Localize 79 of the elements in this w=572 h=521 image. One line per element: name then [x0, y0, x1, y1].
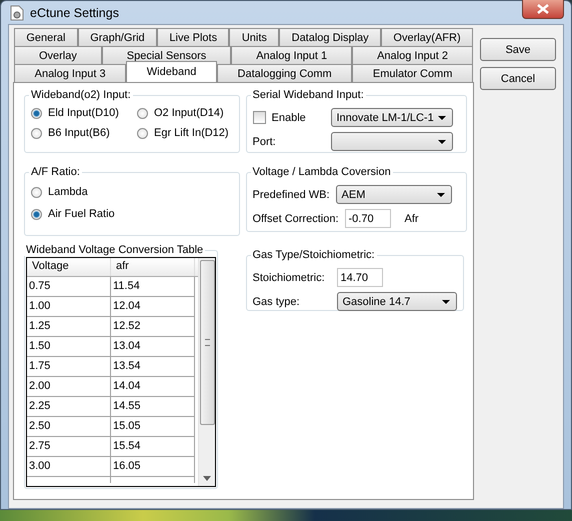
stoichiometric-label: Stoichiometric:	[252, 272, 326, 284]
radio-option[interactable]: B6 Input(B6)	[31, 127, 137, 139]
table-cell: 2.25	[27, 397, 111, 417]
settings-tab[interactable]: Units	[229, 28, 280, 46]
radio-button[interactable]	[31, 108, 42, 118]
close-icon	[537, 4, 549, 14]
table-cell: 1.25	[27, 317, 111, 337]
settings-tab[interactable]: Analog Input 1	[231, 46, 352, 64]
radio-option[interactable]: Eld Input(D10)	[31, 107, 137, 119]
settings-tab[interactable]: Datalog Display	[279, 28, 382, 46]
radio-button[interactable]	[31, 186, 42, 198]
group-title: Voltage / Lambda Coversion	[252, 166, 392, 178]
table-cell: 1.50	[27, 337, 111, 357]
table-cell: 0.75	[27, 277, 111, 297]
scroll-thumb[interactable]	[200, 260, 214, 424]
column-header[interactable]: Voltage	[27, 258, 111, 276]
radio-button[interactable]	[137, 108, 148, 118]
table-cell: 2.50	[27, 417, 111, 437]
table-cell: 16.05	[111, 457, 195, 477]
unit-label: Afr	[404, 212, 419, 224]
radio-option[interactable]: Egr Lift In(D12)	[137, 127, 232, 139]
offset-input[interactable]: -0.70	[344, 209, 390, 228]
gas-type-dropdown[interactable]: Gasoline 14.7	[336, 292, 456, 311]
group-title: Serial Wideband Input:	[252, 89, 365, 101]
table-cell: 12.04	[111, 297, 195, 317]
table-cell: 14.55	[111, 397, 195, 417]
group-title: Wideband Voltage Conversion Table	[25, 244, 204, 256]
settings-tab[interactable]: Overlay(AFR)	[381, 28, 474, 46]
settings-tab[interactable]: Analog Input 2	[352, 46, 473, 64]
table-cell: 12.52	[111, 317, 195, 337]
table-cell: 1.00	[27, 297, 111, 317]
radio-option[interactable]: Lambda	[31, 186, 232, 198]
scroll-down-icon[interactable]	[203, 476, 211, 481]
radio-option[interactable]: O2 Input(D14)	[137, 107, 232, 119]
radio-option[interactable]: Air Fuel Ratio	[31, 208, 232, 220]
radio-button[interactable]	[31, 208, 42, 220]
dialog-button[interactable]: Cancel	[480, 67, 556, 90]
table-cell: 15.05	[111, 417, 195, 437]
port-dropdown[interactable]	[330, 132, 452, 151]
settings-tab[interactable]: Datalogging Comm	[216, 64, 352, 82]
settings-tab[interactable]: Analog Input 3	[14, 64, 126, 82]
settings-tab[interactable]: Wideband	[126, 61, 217, 82]
table-cell: 2.75	[27, 437, 111, 457]
settings-tab[interactable]: Graph/Grid	[78, 28, 158, 46]
offset-correction-label: Offset Correction:	[252, 212, 338, 224]
dropdown-caret-icon	[436, 192, 445, 196]
settings-tab[interactable]: Live Plots	[157, 28, 230, 46]
settings-tab[interactable]: Emulator Comm	[352, 64, 473, 82]
radio-button[interactable]	[137, 128, 148, 138]
predefined-wb-label: Predefined WB:	[252, 188, 330, 200]
enable-checkbox-option[interactable]: Enable	[252, 111, 324, 124]
group-title: Gas Type/Stoichiometric:	[252, 249, 376, 261]
table-cell: 11.54	[111, 277, 195, 297]
table-cell: 15.54	[111, 437, 195, 457]
gas-type-label: Gas type:	[252, 296, 301, 308]
dropdown-caret-icon	[438, 116, 446, 120]
table-cell: 2.00	[27, 377, 111, 397]
close-button[interactable]	[522, 0, 564, 18]
table-cell: 13.54	[111, 357, 195, 377]
table-cell: 13.04	[111, 337, 195, 357]
column-header[interactable]: afr	[111, 258, 195, 276]
predefined-wb-dropdown[interactable]: AEM	[336, 185, 452, 204]
checkbox[interactable]	[252, 111, 266, 124]
window-title: eCtune Settings	[30, 6, 120, 20]
port-label: Port:	[252, 136, 277, 148]
dialog-button[interactable]: Save	[480, 38, 556, 61]
group-title: A/F Ratio:	[30, 166, 81, 178]
device-dropdown[interactable]: Innovate LM-1/LC-1	[330, 108, 452, 127]
dropdown-caret-icon	[438, 140, 446, 144]
radio-button[interactable]	[31, 128, 42, 138]
settings-tab[interactable]: General	[14, 28, 78, 46]
table-cell: 1.75	[27, 357, 111, 377]
dropdown-caret-icon	[442, 300, 450, 304]
table-cell: 3.00	[27, 457, 111, 477]
settings-tab[interactable]: Overlay	[14, 46, 102, 64]
table-cell: 14.04	[111, 377, 195, 397]
vertical-scrollbar[interactable]	[198, 258, 215, 486]
group-title: Wideband(o2) Input:	[30, 89, 132, 101]
stoichiometric-input[interactable]: 14.70	[336, 268, 382, 287]
